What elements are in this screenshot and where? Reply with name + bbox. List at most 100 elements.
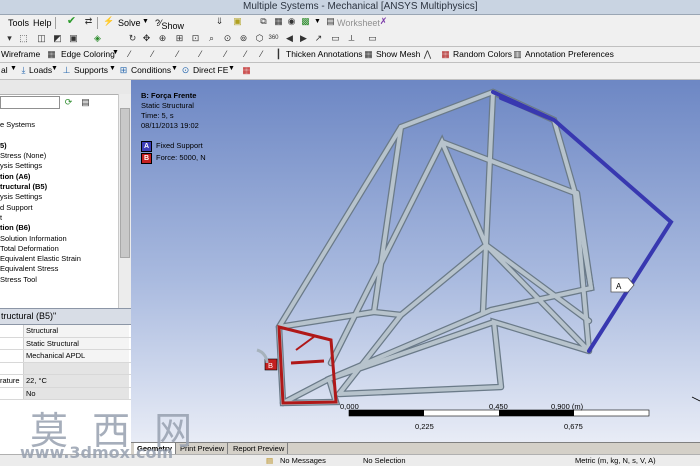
extend-selection-icon[interactable]: ◈ [92,33,103,44]
viewport-layout-icon[interactable]: ▭ [367,33,378,44]
commands-icon[interactable]: ▦ [241,65,252,76]
tree-item[interactable]: Stress Tool [0,275,118,285]
tree-item[interactable]: Total Deformation [0,244,118,254]
tree-item[interactable]: ysis Settings [0,192,118,202]
vertex-select-icon[interactable]: ⬚ [18,33,29,44]
solve-dropdown-icon[interactable]: ▼ [142,18,149,25]
scrollbar-thumb[interactable] [120,108,130,258]
details-value[interactable]: No [23,387,129,399]
details-row[interactable]: Mechanical APDL [0,350,131,363]
details-row[interactable] [0,362,131,375]
wireframe-button[interactable]: Wireframe [1,49,40,59]
rotate-icon[interactable]: ↻ [127,33,138,44]
tree-item[interactable]: 5) [0,141,118,151]
random-colors-icon[interactable]: ▦ [440,49,451,60]
box-zoom-icon[interactable]: ⊞ [174,33,185,44]
image-dropdown-icon[interactable]: ▼ [314,18,321,25]
zoom-fit-icon[interactable]: ⊡ [190,33,201,44]
show-errors-button[interactable]: ?⁄ Show Errors [155,18,186,41]
tree-item[interactable]: e Systems [0,120,118,130]
loads-button[interactable]: Loads [29,65,52,75]
outline-search-field[interactable] [0,96,60,109]
triad-icon[interactable]: ⟂ [346,33,357,44]
edge-option-4-icon[interactable]: ⁄ [195,49,206,60]
edge-coloring-dropdown-icon[interactable]: ▼ [112,49,119,56]
details-value[interactable]: 22, °C [23,375,129,387]
tree-item[interactable] [0,110,118,120]
direct-fe-button[interactable]: Direct FE [193,65,228,75]
outline-scrollbar[interactable] [118,94,131,311]
thicken-annotations-icon[interactable]: ┃ [273,49,284,60]
tree-item[interactable]: Equivalent Stress [0,264,118,274]
magnifier-icon[interactable]: ⌕ [206,33,217,44]
previous-view-icon[interactable]: ◀ [284,33,295,44]
details-row[interactable]: Static Structural [0,337,131,350]
tree-item[interactable]: ysis Settings [0,161,118,171]
next-view-icon[interactable]: ▶ [298,33,309,44]
supports-icon[interactable]: ⊥ [61,65,72,76]
body-select-icon[interactable]: ▣ [68,33,79,44]
thicken-annotations-button[interactable]: Thicken Annotations [286,49,363,59]
conditions-button[interactable]: Conditions [131,65,171,75]
worksheet-icon[interactable]: ▤ [325,16,336,27]
zoom-to-fit-icon[interactable]: ⊙ [222,33,233,44]
tree-item[interactable]: Solution Information [0,234,118,244]
view-360-icon[interactable]: 360 [268,33,279,44]
details-row[interactable]: rature 22, °C [0,375,131,388]
update-geometry-icon[interactable]: ⇄ [83,16,94,27]
tab-report-preview[interactable]: Report Preview [230,443,289,454]
status-messages[interactable]: No Messages [280,455,326,466]
edge-option-2-icon[interactable]: ⁄ [147,49,158,60]
expand-tree-icon[interactable]: ▤ [80,97,91,108]
tree-item[interactable]: Stress (None) [0,151,118,161]
pan-icon[interactable]: ✥ [141,33,152,44]
select-mode-icon[interactable]: ▾ [4,33,15,44]
details-value[interactable]: Mechanical APDL [23,350,129,362]
copy-icon[interactable]: ⧉ [258,16,269,27]
frame-model[interactable]: A B 0,000 0,450 0,900 (m) 0,225 0,675 [131,80,700,442]
details-row[interactable]: Structural [0,325,131,338]
label-icon[interactable]: ▭ [330,33,341,44]
loads-dropdown-icon[interactable]: ▼ [51,65,58,72]
tree-item[interactable]: tion (A6) [0,172,118,182]
details-row[interactable]: No [0,387,131,400]
edge-option-3-icon[interactable]: ⁄ [172,49,183,60]
details-value[interactable]: Static Structural [23,337,129,349]
face-select-icon[interactable]: ◩ [52,33,63,44]
box-icon[interactable]: ▣ [232,16,243,27]
conditions-dropdown-icon[interactable]: ▼ [171,65,178,72]
worksheet-button[interactable]: Worksheet [337,18,380,28]
menu-tools[interactable]: Tools [8,18,29,28]
globe-icon[interactable]: ◉ [286,16,297,27]
details-value[interactable] [23,362,129,374]
environment-dropdown-icon[interactable]: ▼ [10,65,17,72]
refresh-icon[interactable]: ⟳ [63,97,74,108]
zoom-icon[interactable]: ⊕ [157,33,168,44]
tree-item[interactable]: tructural (B5) [0,182,118,192]
edge-option-1-icon[interactable]: ⁄ [124,49,135,60]
solve-button[interactable]: Solve [118,18,141,28]
annotation-preferences-button[interactable]: Annotation Preferences [525,49,614,59]
isometric-view-icon[interactable]: ⬡ [254,33,265,44]
supports-dropdown-icon[interactable]: ▼ [109,65,116,72]
messages-icon[interactable]: ▤ [266,455,273,466]
edge-option-7-icon[interactable]: ⁄ [256,49,267,60]
status-units[interactable]: Metric (m, kg, N, s, V, A) [575,455,656,466]
image-icon[interactable]: ▩ [300,16,311,27]
view-arrow-icon[interactable]: ↗ [313,33,324,44]
edge-coloring-icon[interactable]: ▦ [46,49,57,60]
conditions-icon[interactable]: ⊞ [118,65,129,76]
direct-fe-dropdown-icon[interactable]: ▼ [228,65,235,72]
vertex-icon[interactable]: ⋀ [422,49,433,60]
tree-item[interactable]: d Support [0,203,118,213]
check-icon[interactable]: ✔ [66,16,77,27]
edge-option-5-icon[interactable]: ⁄ [220,49,231,60]
supports-button[interactable]: Supports [74,65,108,75]
edge-coloring-button[interactable]: Edge Coloring [61,49,115,59]
tree-item[interactable]: tion (B6) [0,223,118,233]
show-mesh-icon[interactable]: ▦ [363,49,374,60]
cursor-icon[interactable]: ✗ [378,16,389,27]
menu-help[interactable]: Help [33,18,52,28]
edge-option-6-icon[interactable]: ⁄ [240,49,251,60]
loads-icon[interactable]: ⤓ [18,65,29,76]
